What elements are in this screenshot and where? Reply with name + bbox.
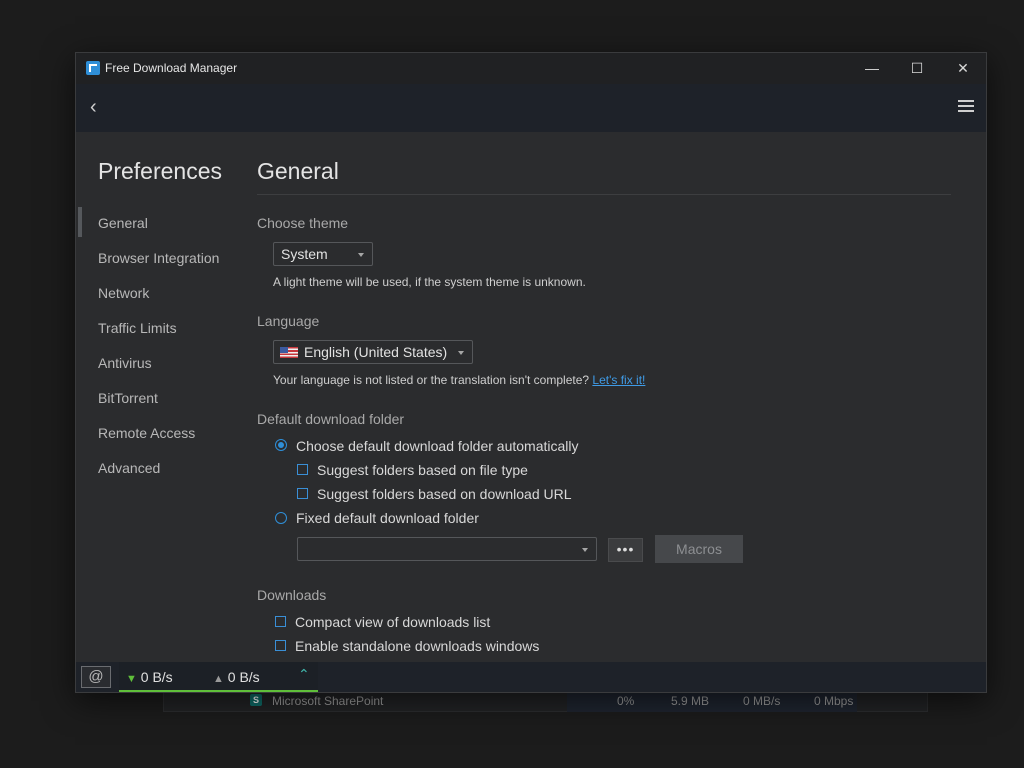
folder-section-label: Default download folder xyxy=(257,411,405,427)
page-title: General xyxy=(257,158,339,184)
compact-view-checkbox[interactable] xyxy=(275,616,286,627)
theme-value: System xyxy=(281,246,328,262)
macros-button[interactable]: Macros xyxy=(655,535,743,563)
chevron-down-icon xyxy=(358,253,364,257)
auto-folder-label[interactable]: Choose default download folder automatic… xyxy=(296,438,579,454)
download-speed-value: 0 B/s xyxy=(140,669,173,685)
compact-view-label[interactable]: Compact view of downloads list xyxy=(295,614,490,630)
sidebar-item-bittorrent[interactable]: BitTorrent xyxy=(98,390,158,406)
us-flag-icon xyxy=(280,347,298,358)
sidebar-item-antivirus[interactable]: Antivirus xyxy=(98,355,152,371)
download-name: Microsoft SharePoint xyxy=(272,694,384,708)
sidebar-item-remote-access[interactable]: Remote Access xyxy=(98,425,195,441)
status-bar: @ ▼ 0 B/s ▲ 0 B/s ⌃ xyxy=(76,662,986,692)
downloads-section-label: Downloads xyxy=(257,587,327,603)
by-url-checkbox[interactable] xyxy=(297,488,308,499)
upload-speed-value: 0 B/s xyxy=(227,669,260,685)
down-arrow-icon: ▼ xyxy=(126,673,137,685)
fdm-app-icon xyxy=(86,61,100,75)
sidebar-item-network[interactable]: Network xyxy=(98,285,149,301)
download-size: 5.9 MB xyxy=(671,694,710,708)
auto-folder-radio[interactable] xyxy=(275,439,287,451)
chevron-down-icon xyxy=(458,351,464,355)
by-type-checkbox[interactable] xyxy=(297,464,308,475)
language-dropdown[interactable]: English (United States) xyxy=(273,340,473,364)
preferences-window: Free Download Manager — ☐ ✕ ‹ Preference… xyxy=(75,52,987,693)
close-button[interactable]: ✕ xyxy=(940,53,986,84)
minimize-button[interactable]: — xyxy=(849,53,895,84)
sidebar-item-general[interactable]: General xyxy=(98,215,148,231)
upload-speed: ▲ 0 B/s xyxy=(213,669,260,685)
sidebar-item-advanced[interactable]: Advanced xyxy=(98,460,160,476)
folder-path-combobox[interactable] xyxy=(297,537,597,561)
theme-section-label: Choose theme xyxy=(257,215,349,231)
hamburger-menu-icon[interactable] xyxy=(958,100,974,112)
download-rate: 0 Mbps xyxy=(814,694,854,708)
by-type-label[interactable]: Suggest folders based on file type xyxy=(317,462,528,478)
browse-folder-button[interactable]: ••• xyxy=(608,538,643,562)
theme-note: A light theme will be used, if the syste… xyxy=(273,275,586,289)
standalone-windows-checkbox[interactable] xyxy=(275,640,286,651)
download-speed: ▼ 0 B/s xyxy=(126,669,173,685)
back-arrow-icon[interactable]: ‹ xyxy=(90,96,97,119)
speed-bar xyxy=(119,690,318,692)
language-note: Your language is not listed or the trans… xyxy=(273,373,645,387)
standalone-windows-label[interactable]: Enable standalone downloads windows xyxy=(295,638,539,654)
up-arrow-icon: ▲ xyxy=(213,673,224,685)
download-progress: 0% xyxy=(617,694,635,708)
sidebar-item-browser-integration[interactable]: Browser Integration xyxy=(98,250,219,266)
fixed-folder-radio[interactable] xyxy=(275,512,287,524)
language-note-text: Your language is not listed or the trans… xyxy=(273,373,590,387)
fixed-folder-label[interactable]: Fixed default download folder xyxy=(296,510,479,526)
title-divider xyxy=(257,194,951,195)
snail-mode-icon[interactable]: @ xyxy=(81,666,111,688)
title-bar[interactable]: Free Download Manager — ☐ ✕ xyxy=(76,53,986,84)
language-section-label: Language xyxy=(257,313,320,329)
sidebar-item-traffic-limits[interactable]: Traffic Limits xyxy=(98,320,177,336)
by-url-label[interactable]: Suggest folders based on download URL xyxy=(317,486,572,502)
sharepoint-icon: S xyxy=(250,694,262,706)
maximize-button[interactable]: ☐ xyxy=(894,53,940,84)
preferences-title: Preferences xyxy=(98,158,223,184)
theme-dropdown[interactable]: System xyxy=(273,242,373,266)
window-title: Free Download Manager xyxy=(105,61,238,75)
chevron-up-icon[interactable]: ⌃ xyxy=(298,666,310,683)
fix-translation-link[interactable]: Let's fix it! xyxy=(592,373,645,387)
chevron-down-icon xyxy=(582,548,588,552)
language-value: English (United States) xyxy=(304,344,448,360)
active-item-indicator xyxy=(78,207,82,237)
toolbar: ‹ xyxy=(76,84,986,132)
download-speed: 0 MB/s xyxy=(743,694,781,708)
